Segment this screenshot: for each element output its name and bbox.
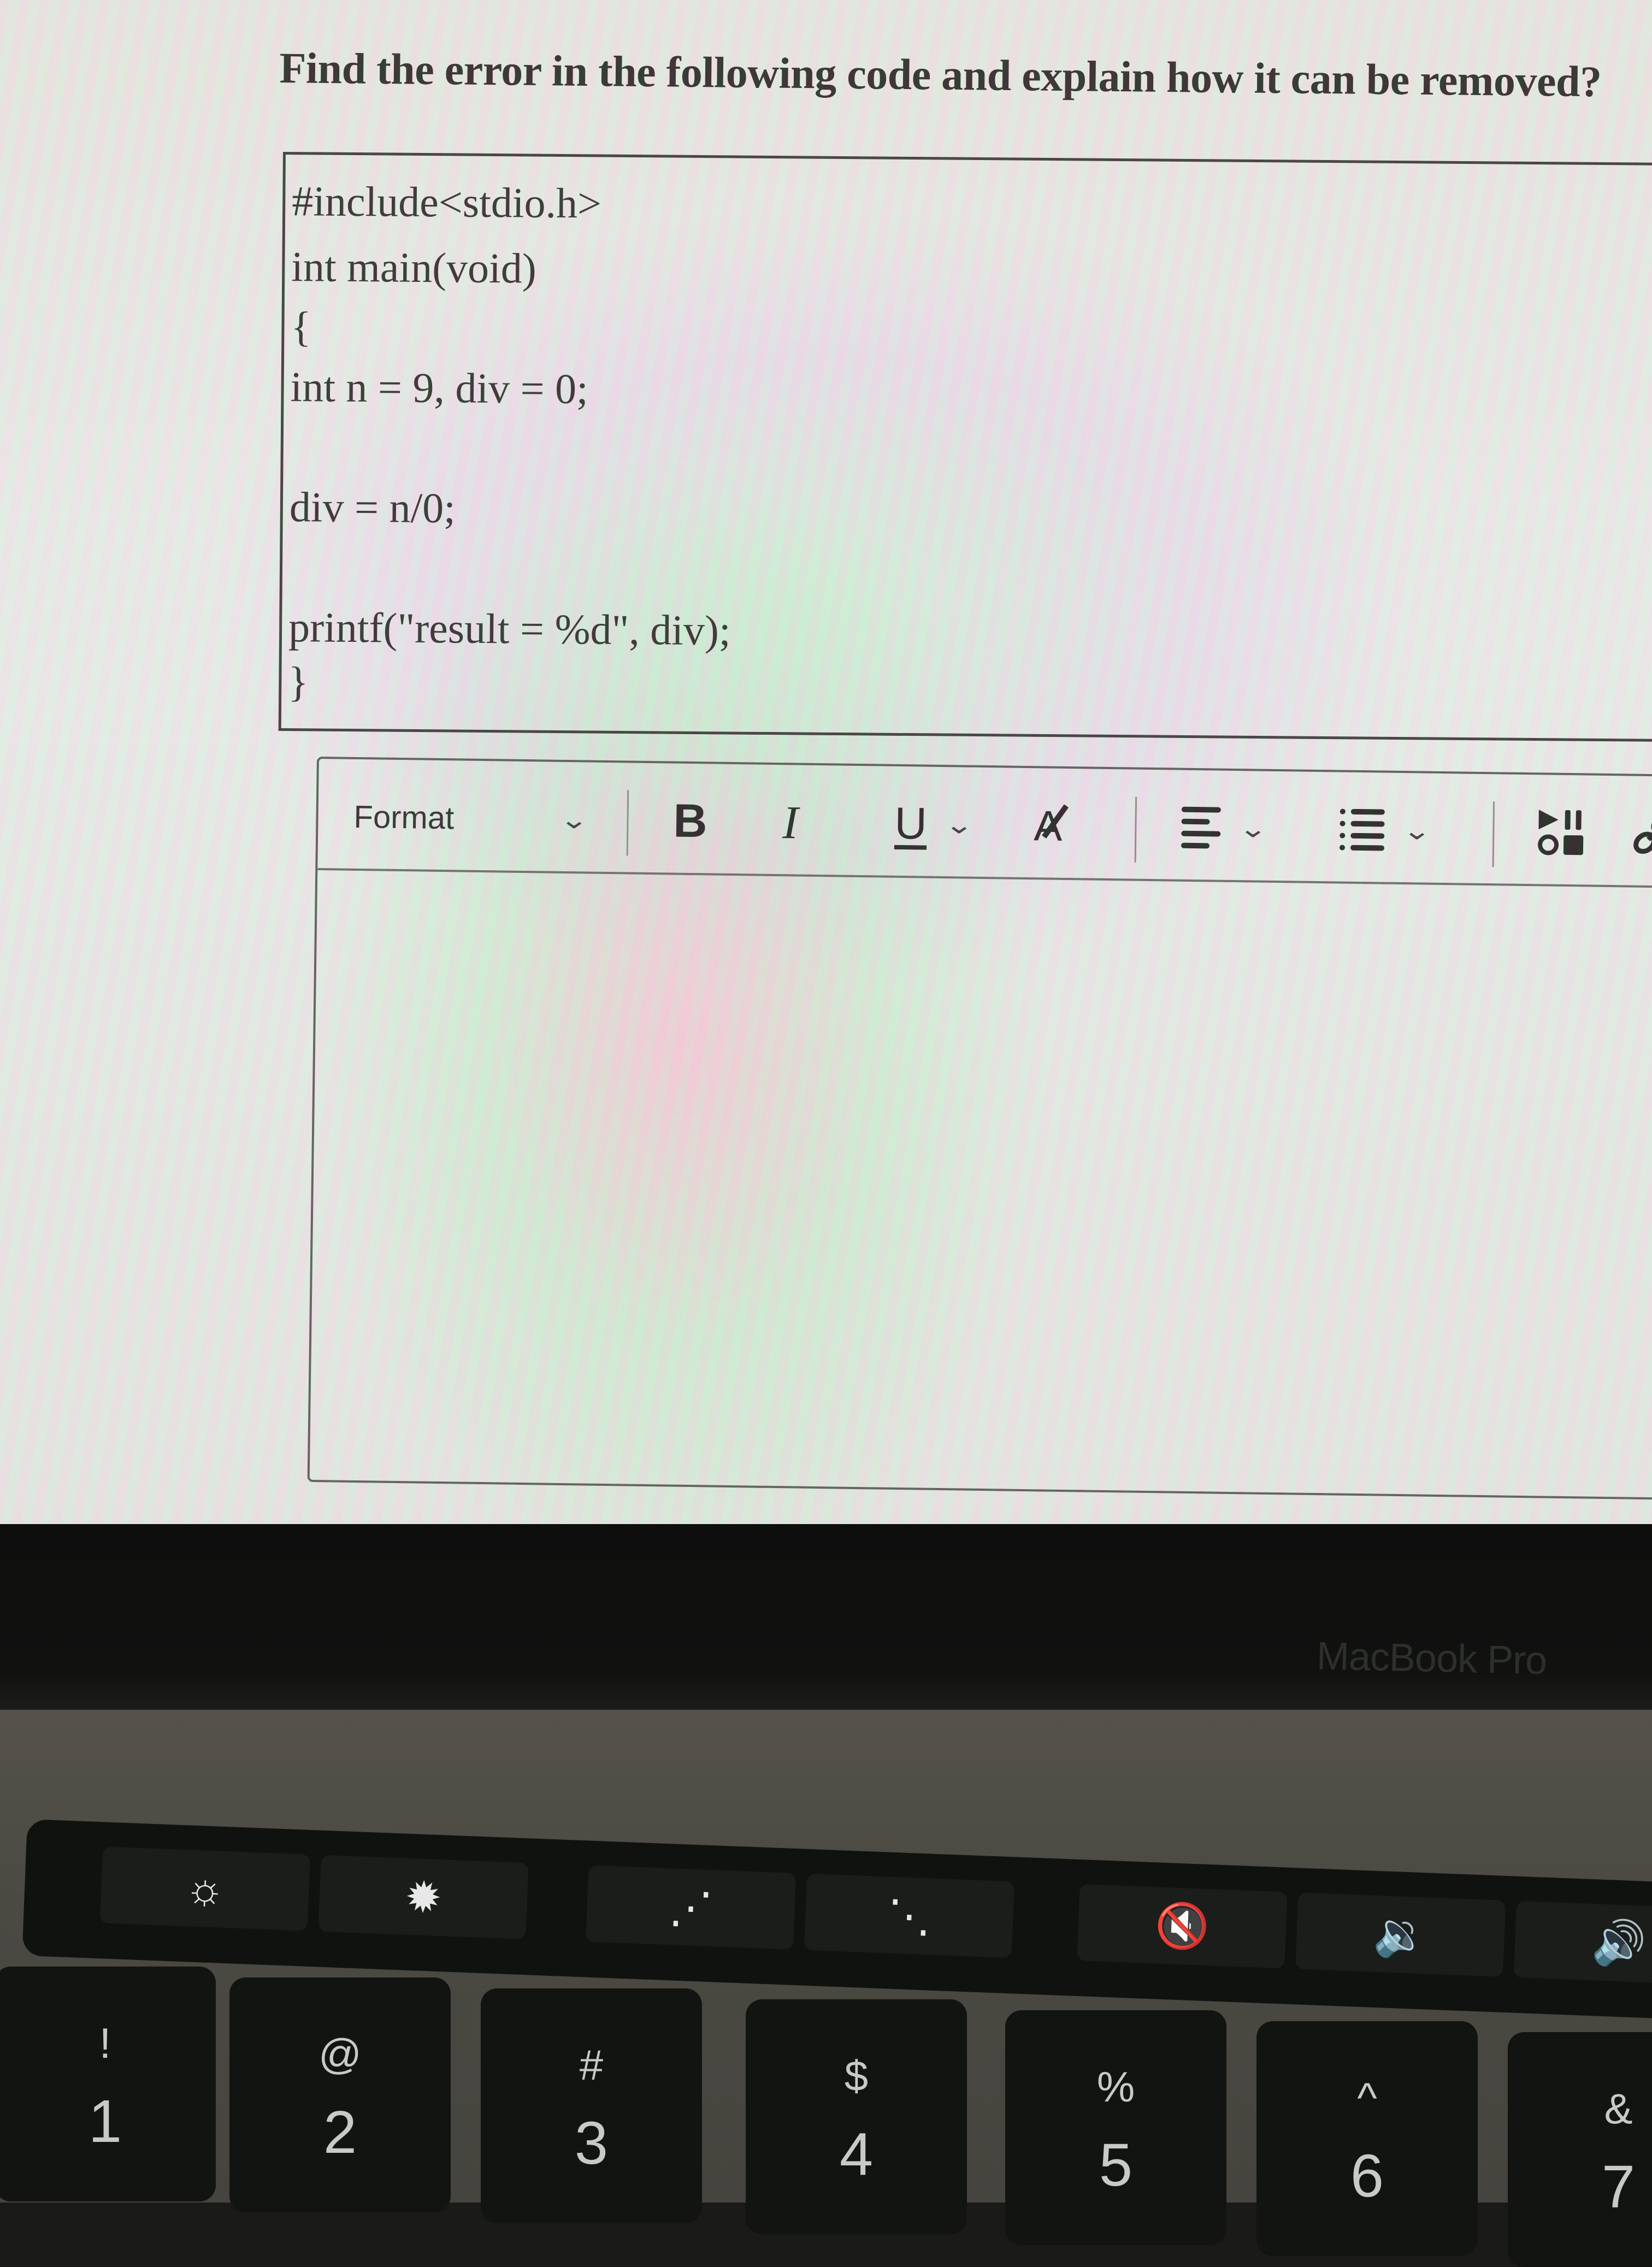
toolbar-divider	[1134, 796, 1137, 863]
italic-button[interactable]: I	[782, 792, 799, 852]
keyboard-backlight-up-icon: ⋱	[886, 1891, 933, 1941]
insert-link-button[interactable]	[1632, 804, 1652, 864]
toolbar-divider	[1492, 801, 1495, 867]
format-dropdown[interactable]: Format ⌄	[353, 787, 605, 850]
key-7[interactable]: & 7	[1508, 2032, 1652, 2267]
key-shift-label: @	[318, 2030, 362, 2078]
clear-formatting-button[interactable]: A	[1034, 795, 1069, 856]
key-main-label: 6	[1350, 2142, 1384, 2210]
keyboard-backlight-up-key[interactable]: ⋱	[804, 1873, 1014, 1958]
code-line: printf("result = %d", div);	[288, 603, 731, 654]
answer-editor: Format ⌄ B I U ⌄ A	[307, 757, 1652, 1500]
editor-toolbar: Format ⌄ B I U ⌄ A	[317, 759, 1652, 888]
laptop-screen: Find the error in the following code and…	[0, 0, 1652, 1524]
code-line: #include<stdio.h>	[291, 177, 602, 227]
chevron-down-icon: ⌄	[944, 810, 975, 839]
key-4[interactable]: $ 4	[746, 1999, 967, 2234]
code-line: }	[288, 658, 309, 706]
brightness-down-icon: ☼	[184, 1863, 226, 1914]
key-1[interactable]: ! 1	[0, 1967, 216, 2201]
key-main-label: 1	[88, 2088, 122, 2155]
insert-media-button[interactable]	[1536, 802, 1586, 863]
key-main-label: 4	[839, 2121, 874, 2188]
brightness-down-key[interactable]: ☼	[99, 1846, 310, 1931]
keyboard-backlight-down-icon: ⋰	[668, 1882, 714, 1933]
key-shift-label: &	[1604, 2085, 1633, 2133]
media-icon	[1538, 810, 1584, 855]
key-main-label: 7	[1601, 2153, 1636, 2221]
italic-icon: I	[782, 796, 799, 849]
key-shift-label: $	[844, 2052, 869, 2100]
bullet-list-dropdown[interactable]: ⌄	[1339, 800, 1432, 861]
mute-key[interactable]: 🔇	[1077, 1884, 1288, 1969]
volume-down-key[interactable]: 🔉	[1295, 1892, 1506, 1977]
bold-button[interactable]: B	[673, 791, 708, 852]
bullet-list-icon	[1339, 808, 1385, 851]
key-5[interactable]: % 5	[1005, 2010, 1226, 2245]
key-shift-label: !	[99, 2019, 111, 2067]
volume-up-icon: 🔊	[1590, 1917, 1647, 1968]
format-dropdown-label: Format	[353, 799, 455, 836]
keyboard-backlight-down-key[interactable]: ⋰	[586, 1865, 796, 1950]
mute-icon: 🔇	[1154, 1900, 1211, 1952]
underline-icon: U	[894, 798, 928, 849]
code-line: int main(void)	[291, 243, 537, 292]
code-block: #include<stdio.h> int main(void) { int n…	[278, 152, 1652, 742]
key-shift-label: %	[1096, 2063, 1135, 2111]
align-dropdown[interactable]: ⌄	[1181, 798, 1268, 859]
key-3[interactable]: # 3	[481, 1988, 702, 2223]
link-icon	[1633, 813, 1652, 854]
volume-up-key[interactable]: 🔊	[1513, 1900, 1652, 1986]
align-left-icon	[1181, 806, 1221, 849]
underline-button[interactable]: U ⌄	[894, 794, 974, 855]
volume-down-icon: 🔉	[1372, 1909, 1429, 1960]
key-2[interactable]: @ 2	[229, 1977, 451, 2212]
key-main-label: 2	[323, 2099, 357, 2166]
key-6[interactable]: ^ 6	[1256, 2021, 1478, 2256]
toolbar-divider	[626, 790, 629, 856]
brightness-up-key[interactable]: ✹	[318, 1855, 529, 1940]
code-line: int n = 9, div = 0;	[290, 363, 589, 413]
key-shift-label: ^	[1357, 2074, 1377, 2122]
answer-textarea[interactable]	[309, 870, 1652, 1497]
key-shift-label: #	[579, 2041, 604, 2089]
bold-icon: B	[672, 794, 708, 847]
question-text: Find the error in the following code and…	[279, 44, 1602, 107]
key-main-label: 3	[574, 2110, 609, 2177]
clear-formatting-icon: A	[1034, 801, 1069, 851]
brand-logo-text: MacBook Pro	[1316, 1634, 1547, 1683]
code-line: {	[291, 303, 312, 351]
laptop-bezel	[0, 1524, 1652, 1710]
key-main-label: 5	[1099, 2132, 1133, 2199]
chevron-down-icon: ⌄	[1238, 814, 1268, 843]
chevron-down-icon: ⌄	[559, 805, 589, 834]
code-line: div = n/0;	[289, 483, 456, 532]
chevron-down-icon: ⌄	[1402, 816, 1432, 845]
brightness-up-icon: ✹	[404, 1872, 443, 1922]
